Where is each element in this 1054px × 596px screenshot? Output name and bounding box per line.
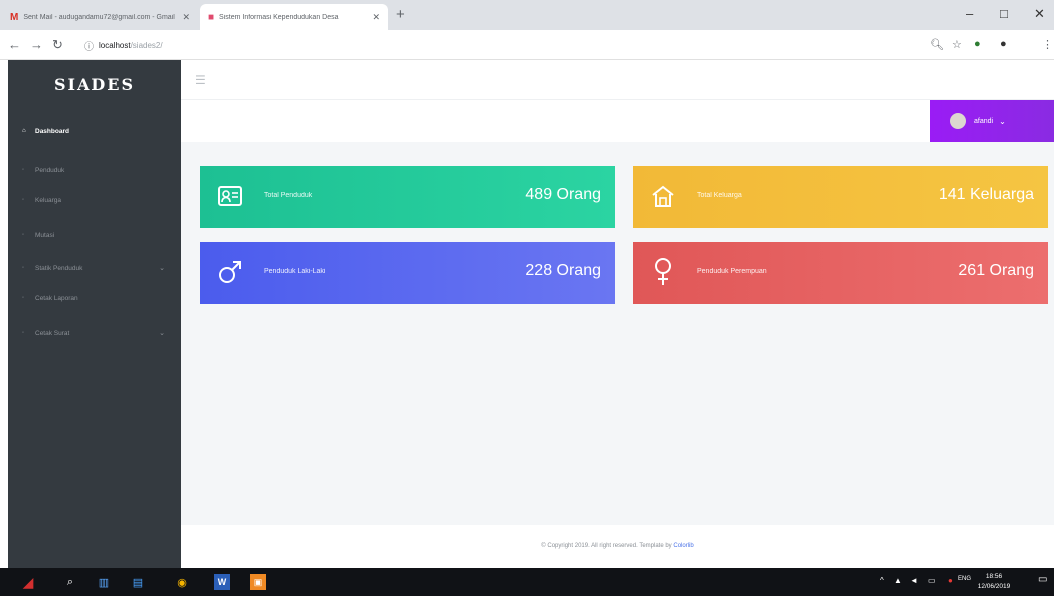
info-icon[interactable]: ⓘ — [84, 38, 94, 53]
url-host: localhost — [99, 40, 131, 50]
browser-tab-siades[interactable]: ■ Sistem Informasi Kependudukan Desa ✕ — [200, 4, 388, 30]
sidebar-item-label: Penduduk — [35, 166, 65, 174]
user-name: afandi — [974, 117, 994, 125]
forward-icon[interactable]: → — [30, 37, 43, 52]
avatar — [950, 113, 966, 129]
card-label: Total Penduduk — [264, 192, 313, 199]
clock-date: 12/06/2019 — [977, 583, 1011, 590]
sidebar-item-label: Cetak Laporan — [35, 294, 78, 302]
volume-icon[interactable]: ◄ — [910, 576, 918, 585]
sidebar-item-label: Mutasi — [35, 231, 55, 239]
card-total-penduduk[interactable]: Total Penduduk 489 Orang — [200, 166, 615, 228]
reload-icon[interactable]: ↻ — [52, 37, 63, 53]
home-icon: ⌂ — [22, 128, 26, 134]
sidebar-item-penduduk[interactable]: ◦ Penduduk — [8, 159, 181, 181]
home-icon — [649, 182, 677, 210]
card-value: 228 Orang — [525, 262, 601, 279]
gmail-icon: M — [10, 11, 19, 23]
chevron-down-icon: ⌄ — [159, 330, 165, 337]
app-icon[interactable]: ▣ — [250, 574, 266, 590]
mail-icon: ◦ — [22, 330, 25, 336]
id-card-icon — [216, 182, 244, 210]
search-icon[interactable]: ⌕ — [62, 574, 78, 590]
transfer-icon: ◦ — [22, 232, 25, 238]
sidebar-item-cetak-laporan[interactable]: ◦ Cetak Laporan — [8, 287, 181, 309]
file-explorer-icon[interactable]: ▤ — [130, 574, 146, 590]
tab-title: Sistem Informasi Kependudukan Desa — [219, 13, 339, 21]
start-button-icon[interactable]: ◢ — [10, 574, 46, 590]
footer: © Copyright 2019. All right reserved. Te… — [181, 525, 1054, 568]
bookmark-star-icon[interactable]: ☆ — [952, 38, 962, 51]
card-value: 489 Orang — [525, 186, 601, 203]
sidebar: SIADES ⌂ Dashboard ◦ Penduduk ◦ Keluarga… — [8, 60, 181, 568]
card-value: 141 Keluarga — [938, 186, 1034, 203]
card-label: Penduduk Laki-Laki — [264, 268, 326, 275]
user-bar: afandi ⌄ — [181, 100, 1054, 142]
chevron-down-icon: ⌄ — [159, 265, 165, 272]
close-window-button[interactable]: ✕ — [1034, 6, 1045, 22]
sidebar-item-cetak-surat[interactable]: ◦ Cetak Surat ⌄ — [8, 322, 181, 344]
users-icon: ◦ — [22, 167, 25, 173]
clock[interactable]: 18:56 12/06/2019 — [976, 572, 1012, 592]
sidebar-item-mutasi[interactable]: ◦ Mutasi — [8, 224, 181, 246]
maximize-button[interactable]: □ — [1000, 6, 1008, 21]
footer-link[interactable]: Colorlib — [673, 543, 693, 549]
print-icon: ◦ — [22, 295, 25, 301]
screen: M Sent Mail - audugandamu72@gmail.com - … — [0, 0, 1054, 596]
sidebar-item-label: Cetak Surat — [35, 329, 70, 337]
zoom-icon[interactable]: 🔍︎ — [930, 38, 944, 51]
url-path: /siades2/ — [130, 40, 163, 50]
browser-tab-bar: M Sent Mail - audugandamu72@gmail.com - … — [0, 0, 1054, 30]
male-icon — [216, 258, 244, 286]
hamburger-icon[interactable]: ☰ — [195, 73, 206, 87]
card-label: Total Keluarga — [697, 192, 742, 199]
new-tab-button[interactable]: + — [396, 6, 405, 23]
chrome-icon[interactable]: ◉ — [174, 574, 190, 590]
menu-dots-icon[interactable]: ⋮ — [1042, 38, 1053, 51]
browser-tab-gmail[interactable]: M Sent Mail - audugandamu72@gmail.com - … — [2, 4, 198, 30]
female-icon — [649, 258, 677, 286]
stats-icon: ◦ — [22, 265, 25, 271]
chevron-down-icon: ⌄ — [999, 116, 1006, 126]
minimize-button[interactable]: – — [966, 6, 973, 21]
sidebar-item-label: Statik Penduduk — [35, 264, 83, 272]
card-value: 261 Orang — [958, 262, 1034, 279]
card-label: Penduduk Perempuan — [697, 268, 767, 275]
card-penduduk-perempuan[interactable]: Penduduk Perempuan 261 Orang — [633, 242, 1048, 304]
taskbar: ◢ ⌕ ▥ ▤ ◉ W ▣ ^ ▲ ◄ ▭ ● ENG 18:56 12/06/… — [0, 568, 1054, 596]
language-indicator[interactable]: ENG — [958, 576, 971, 582]
notification-app-icon[interactable]: ● — [948, 576, 953, 585]
close-tab-icon[interactable]: ✕ — [372, 12, 380, 23]
top-bar: ☰ — [181, 60, 1054, 100]
word-icon[interactable]: W — [214, 574, 230, 590]
sidebar-item-statik-penduduk[interactable]: ◦ Statik Penduduk ⌄ — [8, 257, 181, 279]
profile-icon[interactable]: ● — [1000, 38, 1007, 50]
main-content — [181, 100, 1054, 525]
sidebar-item-label: Keluarga — [35, 196, 62, 204]
sidebar-item-keluarga[interactable]: ◦ Keluarga — [8, 189, 181, 211]
back-icon[interactable]: ← — [8, 37, 21, 52]
tab-title: Sent Mail - audugandamu72@gmail.com - Gm… — [23, 13, 175, 21]
card-total-keluarga[interactable]: Total Keluarga 141 Keluarga — [633, 166, 1048, 228]
page-favicon-icon: ■ — [208, 11, 215, 23]
task-view-icon[interactable]: ▥ — [96, 574, 112, 590]
network-icon[interactable]: ▲ — [894, 576, 902, 585]
browser-address-bar: ← → ↻ ⓘ localhost /siades2/ 🔍︎ ☆ ● ● ⋮ — [0, 30, 1054, 60]
action-center-icon[interactable]: ▭ — [1038, 574, 1047, 585]
sidebar-brand: SIADES — [53, 75, 136, 94]
battery-icon[interactable]: ▭ — [928, 576, 936, 585]
extension-icon[interactable]: ● — [974, 38, 981, 50]
sidebar-item-label: Dashboard — [35, 127, 69, 135]
user-menu-button[interactable]: afandi ⌄ — [930, 100, 1054, 142]
tray-arrow-icon[interactable]: ^ — [880, 576, 884, 585]
card-penduduk-laki-laki[interactable]: Penduduk Laki-Laki 228 Orang — [200, 242, 615, 304]
footer-text: © Copyright 2019. All right reserved. Te… — [541, 543, 672, 549]
sidebar-item-dashboard[interactable]: ⌂ Dashboard — [8, 120, 181, 142]
close-tab-icon[interactable]: ✕ — [182, 12, 190, 23]
clock-time: 18:56 — [985, 573, 1003, 580]
family-icon: ◦ — [22, 197, 25, 203]
url-field[interactable]: ⓘ localhost /siades2/ — [84, 35, 914, 55]
